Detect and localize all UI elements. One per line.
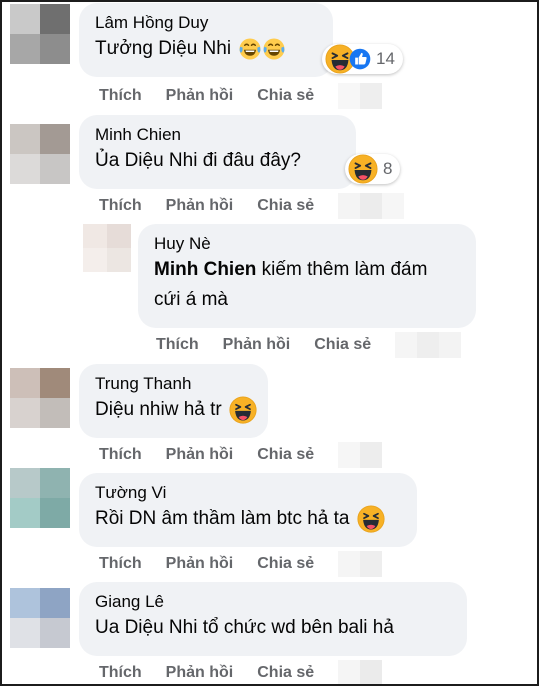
blurred-timestamp (338, 442, 383, 468)
comment-text: Rồi DN âm thầm làm btc hả ta (95, 508, 350, 529)
reply-button[interactable]: Phản hồi (223, 336, 291, 354)
comment-bubble: Minh Chien Ủa Diệu Nhi đi đâu đây? (79, 115, 356, 189)
comment-author[interactable]: Trung Thanh (95, 373, 252, 395)
reply-button[interactable]: Phản hồi (166, 664, 234, 682)
reply-button[interactable]: Phản hồi (166, 87, 234, 105)
reply-button[interactable]: Phản hồi (166, 555, 234, 573)
comment-author[interactable]: Lâm Hồng Duy (95, 12, 317, 34)
comment-bubble: Trung Thanh Diệu nhiw hả tr (79, 364, 268, 438)
reaction-count-badge[interactable]: 8 (345, 154, 401, 184)
avatar[interactable] (10, 124, 70, 184)
comment-author[interactable]: Huy Nè (154, 233, 460, 255)
comment-text: Ua Diệu Nhi tổ chức wd bên bali hả (95, 617, 394, 638)
comment-actions: Thích Phản hồi Chia sẻ (99, 551, 383, 577)
avatar[interactable] (10, 368, 70, 428)
comment-text: Ủa Diệu Nhi đi đâu đây? (95, 150, 301, 171)
reply-button[interactable]: Phản hồi (166, 446, 234, 464)
blurred-timestamp (395, 332, 462, 358)
share-button[interactable]: Chia sẻ (257, 555, 314, 573)
comment-bubble: Giang Lê Ua Diệu Nhi tổ chức wd bên bali… (79, 582, 467, 656)
laughing-tears-emoji (262, 37, 286, 61)
avatar[interactable] (10, 4, 70, 64)
reaction-count: 14 (376, 49, 395, 68)
haha-icon (348, 154, 378, 184)
comment-bubble: Tường Vi Rồi DN âm thầm làm btc hả ta (79, 473, 417, 547)
comment-actions: Thích Phản hồi Chia sẻ (156, 332, 462, 358)
avatar[interactable] (83, 224, 131, 272)
reaction-count-badge[interactable]: 14 (322, 44, 403, 74)
like-button[interactable]: Thích (99, 87, 142, 105)
comment-text: Tưởng Diệu Nhi (95, 38, 232, 59)
share-button[interactable]: Chia sẻ (257, 664, 314, 682)
like-button[interactable]: Thích (99, 555, 142, 573)
avatar[interactable] (10, 468, 70, 528)
haha-emoji (229, 396, 257, 424)
comment-author[interactable]: Tường Vi (95, 482, 401, 504)
share-button[interactable]: Chia sẻ (257, 446, 314, 464)
blurred-timestamp (338, 83, 383, 109)
blurred-timestamp (338, 660, 383, 686)
comment-actions: Thích Phản hồi Chia sẻ (99, 442, 383, 468)
like-button[interactable]: Thích (99, 197, 142, 215)
like-button[interactable]: Thích (99, 446, 142, 464)
share-button[interactable]: Chia sẻ (257, 87, 314, 105)
comment-actions: Thích Phản hồi Chia sẻ (99, 660, 383, 686)
comment-bubble: Lâm Hồng Duy Tưởng Diệu Nhi (79, 3, 333, 77)
share-button[interactable]: Chia sẻ (257, 197, 314, 215)
share-button[interactable]: Chia sẻ (314, 336, 371, 354)
haha-emoji (357, 505, 385, 533)
comment-author[interactable]: Minh Chien (95, 124, 340, 146)
comment-author[interactable]: Giang Lê (95, 591, 451, 613)
blurred-timestamp (338, 193, 405, 219)
laughing-tears-emoji (238, 37, 262, 61)
like-button[interactable]: Thích (99, 664, 142, 682)
comment-actions: Thích Phản hồi Chia sẻ (99, 193, 405, 219)
comment-actions: Thích Phản hồi Chia sẻ (99, 83, 383, 109)
like-icon (349, 48, 371, 70)
comment-text: Diệu nhiw hả tr (95, 399, 222, 420)
comment-bubble: Huy Nè Minh Chien kiếm thêm làm đám cứi … (138, 224, 476, 328)
avatar[interactable] (10, 588, 70, 648)
reaction-count: 8 (383, 159, 393, 178)
reply-button[interactable]: Phản hồi (166, 197, 234, 215)
like-button[interactable]: Thích (156, 336, 199, 354)
mention-link[interactable]: Minh Chien (154, 259, 256, 280)
blurred-timestamp (338, 551, 383, 577)
